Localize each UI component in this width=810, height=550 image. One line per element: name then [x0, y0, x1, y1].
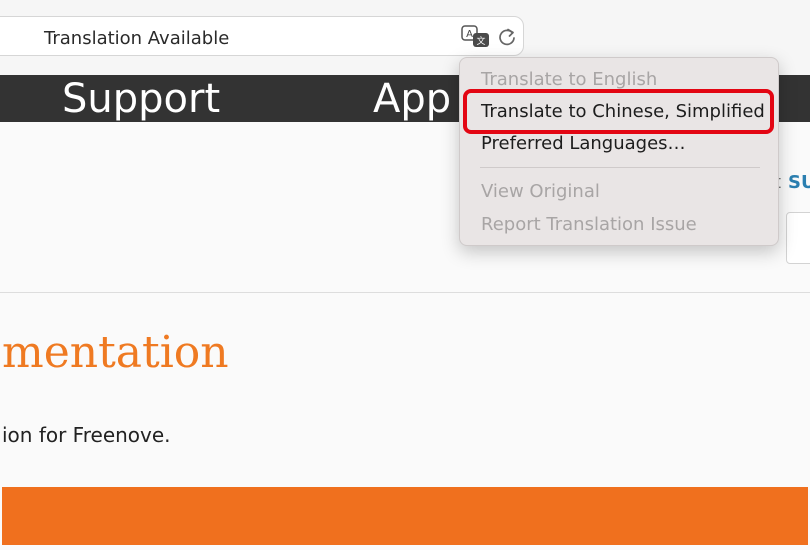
- translate-menu: Translate to English Translate to Chines…: [459, 57, 779, 246]
- menu-item-translate-english: Translate to English: [481, 69, 658, 90]
- right-edge-field[interactable]: [786, 212, 810, 264]
- reload-icon[interactable]: [497, 26, 517, 48]
- menu-item-preferred-languages[interactable]: Preferred Languages…: [481, 132, 686, 156]
- nav-item-app[interactable]: App: [373, 76, 451, 123]
- menu-item-view-original: View Original: [481, 181, 600, 202]
- browser-window: Translation Available A 文 Support App t …: [0, 0, 810, 550]
- menu-separator: [480, 167, 760, 168]
- svg-text:A: A: [466, 29, 473, 40]
- menu-item-report-translation-issue: Report Translation Issue: [481, 214, 697, 235]
- page-heading: mentation: [2, 327, 229, 378]
- menu-item-translate-chinese-simplified[interactable]: Translate to Chinese, Simplified: [481, 100, 765, 124]
- svg-text:文: 文: [476, 35, 485, 47]
- right-edge-link[interactable]: SU: [788, 172, 810, 193]
- nav-item-support[interactable]: Support: [62, 76, 220, 123]
- orange-banner: [2, 487, 808, 545]
- page-subtitle: ion for Freenove.: [2, 423, 171, 447]
- section-divider: [0, 292, 810, 293]
- translate-icon[interactable]: A 文: [461, 25, 491, 49]
- address-bar-text: Translation Available: [44, 28, 230, 49]
